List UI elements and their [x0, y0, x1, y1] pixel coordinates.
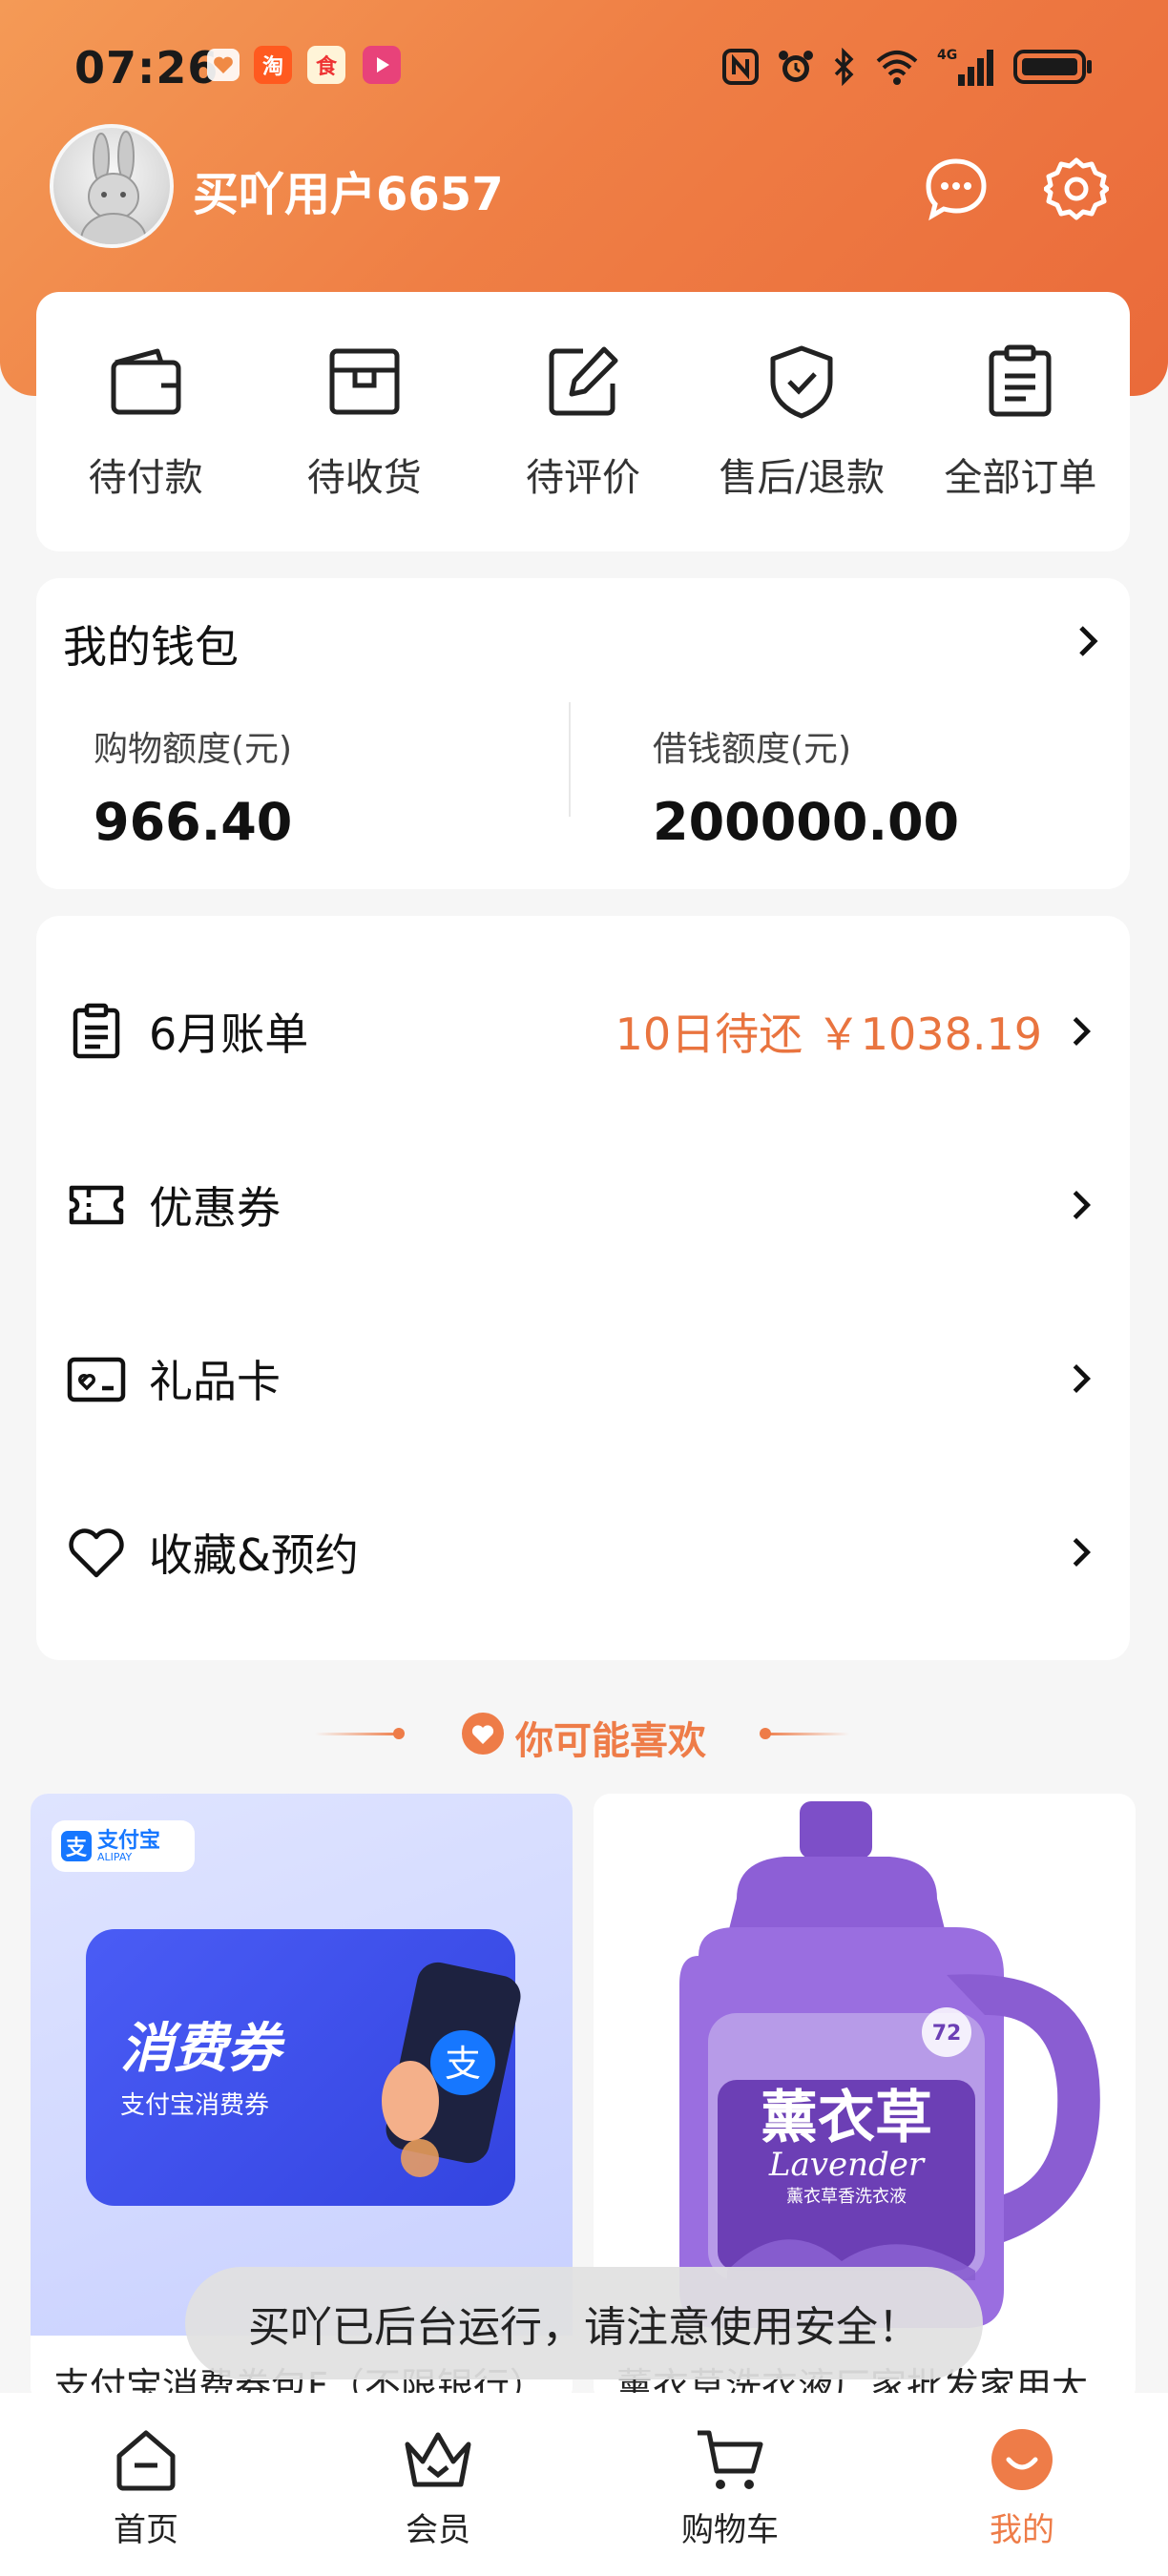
bill-due-text: 10日待还 ￥1038.19 — [615, 1008, 1042, 1060]
bill-icon — [65, 1000, 128, 1063]
shopping-quota[interactable]: 购物额度(元) 966.40 — [94, 721, 292, 852]
home-icon — [108, 2421, 184, 2498]
edit-icon — [543, 342, 623, 422]
taobao-icon: 淘 — [254, 46, 292, 84]
avatar[interactable] — [50, 124, 174, 248]
wallet-title: 我的钱包 — [63, 621, 239, 673]
cart-icon — [692, 2421, 768, 2498]
order-label: 待付款 — [88, 456, 203, 500]
nav-label: 我的 — [990, 2511, 1054, 2549]
orders-card: 待付款 待收货 待评价 售后/退款 全部订单 — [36, 292, 1130, 551]
alipay-logo-icon: 支 — [61, 1831, 92, 1861]
chat-bubble-icon — [926, 158, 987, 221]
order-label: 全部订单 — [944, 456, 1097, 500]
bottle-badge-72: 72 — [932, 2022, 962, 2046]
bottle-label-sub: 薰衣草香洗衣液 — [786, 2187, 907, 2207]
alipay-badge: 支 支付宝 ALIPAY — [52, 1820, 195, 1872]
alipay-badge-label: 支付宝 — [97, 1828, 161, 1853]
wallet-card[interactable]: 我的钱包 购物额度(元) 966.40 借钱额度(元) 200000.00 — [36, 578, 1130, 889]
nav-mine[interactable]: 我的 — [876, 2393, 1168, 2576]
menu-row-favorites[interactable]: 收藏&预约 — [36, 1465, 1130, 1639]
loan-quota-value: 200000.00 — [653, 792, 960, 852]
status-bar: 07:26 淘 食 4G — [0, 0, 1168, 134]
menu-row-coupon[interactable]: 优惠券 — [36, 1118, 1130, 1292]
bluetooth-icon — [832, 46, 857, 88]
nav-cart[interactable]: 购物车 — [584, 2393, 876, 2576]
toast-message: 买吖已后台运行，请注意使用安全！ — [185, 2267, 983, 2379]
food-delivery-icon: 食 — [307, 46, 345, 84]
nav-member[interactable]: 会员 — [292, 2393, 584, 2576]
wallet-divider — [569, 702, 571, 817]
heart-icon — [204, 46, 242, 84]
gift-card-icon — [65, 1347, 128, 1410]
order-after-sales[interactable]: 售后/退款 — [693, 292, 911, 551]
gear-icon — [1044, 157, 1109, 220]
coupon-banner-title: 消费券 — [120, 2018, 281, 2080]
chevron-right-icon — [1073, 1017, 1092, 1046]
profile-smile-icon — [984, 2421, 1060, 2498]
order-label: 待收货 — [306, 456, 422, 500]
product-image: 支 支付宝 ALIPAY 消费券 支付宝消费券 支 — [31, 1794, 573, 2336]
menu-label: 优惠券 — [149, 1182, 281, 1234]
nav-label: 首页 — [114, 2511, 178, 2549]
loan-quota-label: 借钱额度(元) — [653, 730, 852, 769]
bottom-nav: 首页 会员 购物车 我的 — [0, 2393, 1168, 2576]
chevron-right-icon[interactable] — [1069, 622, 1107, 660]
menu-label: 礼品卡 — [149, 1356, 281, 1407]
product-image: 薰衣草 Lavender 薰衣草香洗衣液 72 — [594, 1794, 1136, 2336]
coupon-banner: 消费券 支付宝消费券 支 — [86, 1929, 521, 2206]
order-pending-payment[interactable]: 待付款 — [36, 292, 255, 551]
username[interactable]: 买吖用户6657 — [193, 156, 504, 223]
coupon-banner-sub: 支付宝消费券 — [120, 2091, 270, 2120]
bottle-label-cn: 薰衣草 — [761, 2085, 932, 2151]
network-label: 4G — [937, 48, 957, 63]
nav-label: 购物车 — [681, 2511, 779, 2549]
clipboard-icon — [980, 342, 1060, 422]
order-label: 售后/退款 — [719, 456, 885, 500]
package-icon — [324, 342, 405, 422]
loan-quota[interactable]: 借钱额度(元) 200000.00 — [653, 721, 959, 852]
nfc-icon — [721, 46, 760, 88]
coupon-icon — [65, 1174, 128, 1236]
bottle-label-en: Lavender — [768, 2146, 926, 2184]
recommend-title: 你可能喜欢 — [515, 1719, 706, 1763]
shield-icon — [761, 342, 842, 422]
status-icons: 4G — [721, 44, 1094, 90]
order-pending-receipt[interactable]: 待收货 — [255, 292, 473, 551]
shopping-quota-label: 购物额度(元) — [94, 730, 293, 769]
chevron-right-icon — [1073, 1364, 1092, 1393]
message-button[interactable] — [920, 153, 992, 225]
order-all[interactable]: 全部订单 — [911, 292, 1130, 551]
order-label: 待评价 — [526, 456, 640, 500]
menu-card: 6月账单 10日待还 ￥1038.19 优惠券 礼品卡 收藏&预约 — [36, 916, 1130, 1660]
alipay-badge-sub: ALIPAY — [97, 1850, 133, 1863]
video-icon — [363, 46, 401, 84]
nav-home[interactable]: 首页 — [0, 2393, 292, 2576]
crown-icon — [400, 2421, 476, 2498]
menu-label: 6月账单 — [149, 1008, 309, 1060]
heart-outline-icon — [65, 1521, 128, 1584]
order-pending-review[interactable]: 待评价 — [473, 292, 692, 551]
detergent-bottle-illustration: 薰衣草 Lavender 薰衣草香洗衣液 72 — [679, 1801, 1100, 2328]
shopping-quota-value: 966.40 — [94, 792, 293, 852]
status-time: 07:26 — [74, 42, 219, 93]
wallet-icon — [106, 342, 186, 422]
battery-icon — [1013, 46, 1094, 88]
menu-label: 收藏&预约 — [149, 1529, 359, 1581]
alarm-icon — [777, 46, 815, 88]
phone-illustration: 支 — [382, 1962, 521, 2177]
recommend-header: 你可能喜欢 — [0, 1700, 1168, 1767]
svg-text:支: 支 — [445, 2043, 481, 2085]
chevron-right-icon — [1073, 1191, 1092, 1219]
signal-4g-icon: 4G — [937, 46, 996, 88]
menu-row-bill[interactable]: 6月账单 10日待还 ￥1038.19 — [36, 945, 1130, 1118]
chevron-right-icon — [1073, 1538, 1092, 1567]
nav-label: 会员 — [406, 2511, 470, 2549]
menu-row-gift-card[interactable]: 礼品卡 — [36, 1292, 1130, 1465]
settings-button[interactable] — [1040, 153, 1113, 225]
wifi-icon — [874, 46, 920, 88]
